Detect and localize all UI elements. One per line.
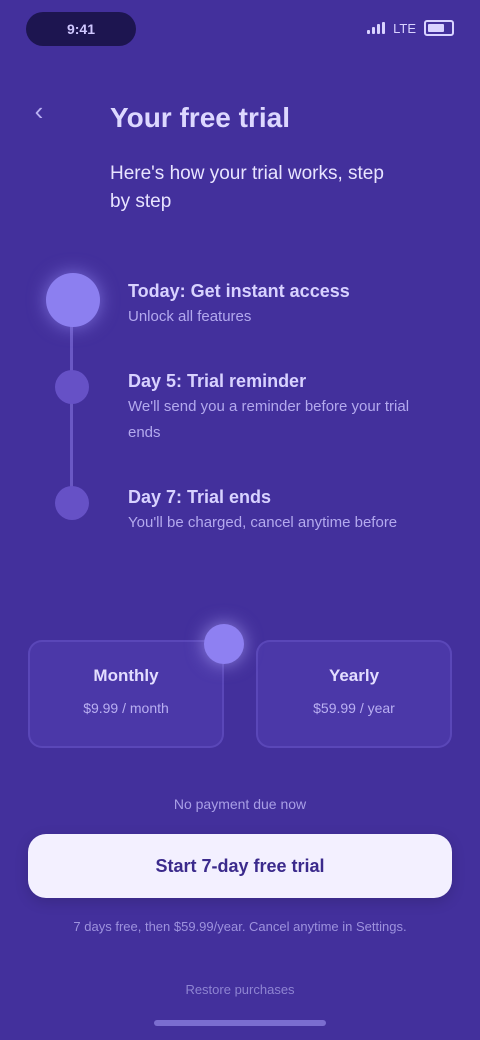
plan-name: Yearly: [328, 666, 380, 685]
page-title: Your free trial: [110, 102, 290, 133]
back-button[interactable]: ‹: [22, 94, 56, 128]
legal-text: 7 days free, then $59.99/year. Cancel an…: [73, 919, 407, 934]
timeline-dot: [55, 370, 89, 404]
chevron-left-icon: ‹: [34, 95, 44, 126]
plan-selector: Monthly $9.99 / month Yearly $59.99 / ye…: [28, 624, 452, 750]
plan-price: $9.99 / month: [83, 700, 169, 716]
start-trial-button[interactable]: Start 7-day free trial: [28, 834, 452, 898]
restore-purchases-link[interactable]: Restore purchases: [0, 982, 480, 997]
timeline-step: Day 7: Trial ends You'll be charged, can…: [128, 484, 418, 536]
trial-note: No payment due now: [173, 796, 307, 812]
signal-icon: [367, 22, 386, 34]
status-time: 9:41: [66, 21, 96, 37]
plan-toggle-knob[interactable]: [204, 624, 244, 664]
page-subtitle: Here's how your trial works, step by ste…: [110, 163, 384, 212]
step-title: Day 7: Trial ends: [128, 487, 272, 507]
timeline-dot-active: [46, 273, 100, 327]
step-description: You'll be charged, cancel anytime before: [128, 514, 398, 531]
timeline-line: [70, 300, 73, 510]
plan-price: $59.99 / year: [313, 700, 395, 716]
plan-card-monthly[interactable]: Monthly $9.99 / month: [28, 640, 224, 748]
plan-card-yearly[interactable]: Yearly $59.99 / year: [256, 640, 452, 748]
battery-icon: [424, 20, 454, 36]
plan-name: Monthly: [93, 666, 159, 685]
network-label: LTE: [393, 20, 416, 36]
step-title: Day 5: Trial reminder: [128, 371, 307, 391]
timeline-dot: [55, 486, 89, 520]
home-indicator: [154, 1020, 326, 1026]
timeline-step: Today: Get instant access Unlock all fea…: [128, 278, 418, 330]
status-time-pill: 9:41: [26, 12, 136, 46]
status-indicators: LTE: [367, 18, 454, 38]
step-description: We'll send you a reminder before your tr…: [128, 398, 410, 441]
step-title: Today: Get instant access: [128, 281, 350, 301]
step-description: Unlock all features: [128, 308, 252, 325]
timeline-step: Day 5: Trial reminder We'll send you a r…: [128, 368, 418, 446]
